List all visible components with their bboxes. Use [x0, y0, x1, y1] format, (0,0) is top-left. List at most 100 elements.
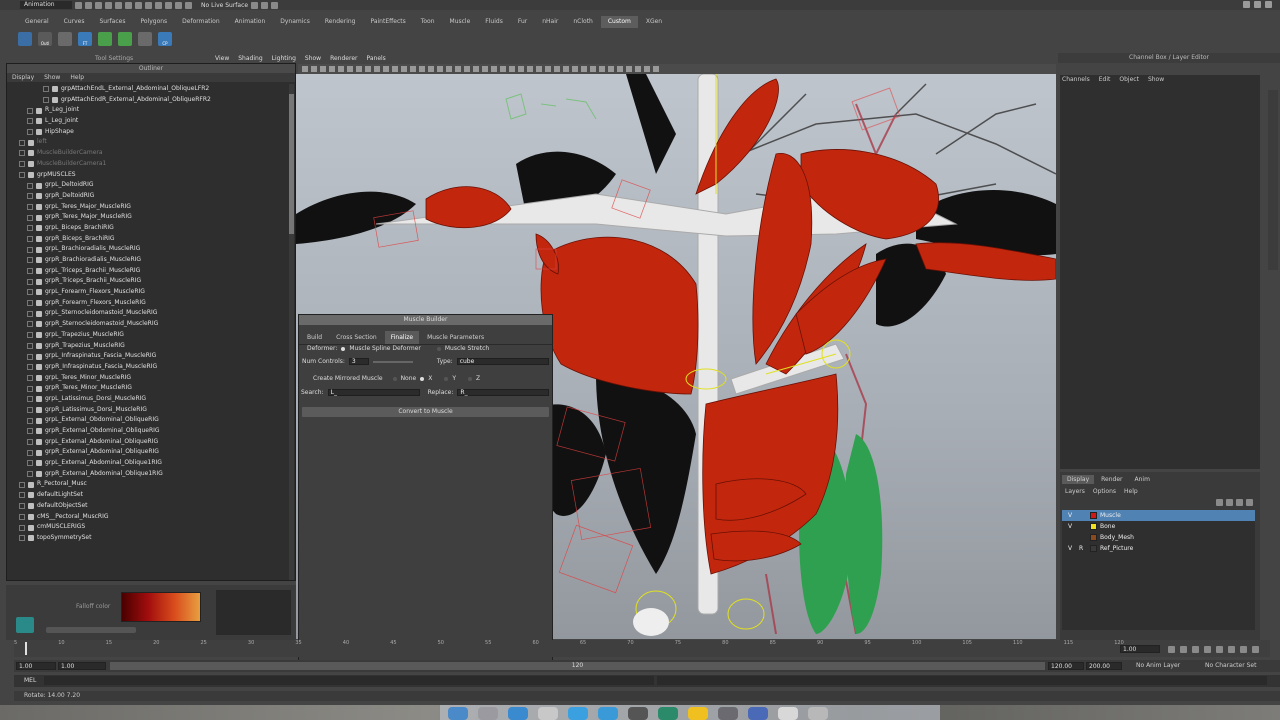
expand-toggle-icon[interactable]: [19, 150, 25, 157]
outliner-item[interactable]: grpR_External_Obdominal_ObliqueRIG: [7, 426, 289, 437]
messages-icon[interactable]: [568, 707, 588, 720]
viewport-tool-icon[interactable]: [581, 66, 587, 72]
viewport-menu-item[interactable]: Shading: [238, 55, 262, 62]
visibility-toggle[interactable]: V: [1068, 543, 1076, 554]
outliner-item[interactable]: MuscleBuilderCamera1: [7, 159, 289, 170]
outliner-item[interactable]: cMS__Pectoral_MuscRIG: [7, 512, 289, 523]
layer-row[interactable]: V Muscle: [1062, 510, 1255, 521]
quicktime-icon[interactable]: [628, 707, 648, 720]
playback-end-field[interactable]: 120.00: [1048, 662, 1084, 670]
expand-toggle-icon[interactable]: [27, 268, 33, 275]
outliner-item[interactable]: topoSymmetrySet: [7, 533, 289, 544]
step-forward-icon[interactable]: [1228, 646, 1235, 653]
expand-toggle-icon[interactable]: [27, 257, 33, 264]
mel-label[interactable]: MEL: [24, 677, 36, 684]
outliner-item[interactable]: grpR_External_Abdominal_ObliqueRIG: [7, 447, 289, 458]
expand-toggle-icon[interactable]: [19, 171, 25, 178]
viewport-menu-item[interactable]: Renderer: [330, 55, 357, 62]
outliner-item[interactable]: grpR_Teres_Minor_MuscleRIG: [7, 383, 289, 394]
shelf-tab[interactable]: Muscle: [443, 16, 478, 28]
viewport-tool-icon[interactable]: [419, 66, 425, 72]
deformer-spline-radio[interactable]: [341, 346, 346, 351]
snap-grid-icon[interactable]: [155, 1, 162, 9]
mirror-x-radio[interactable]: [420, 376, 425, 381]
expand-toggle-icon[interactable]: [27, 417, 33, 424]
anim-layer-dropdown[interactable]: No Anim Layer: [1136, 662, 1180, 669]
shelf-button-icon[interactable]: [138, 32, 152, 46]
viewport-tool-icon[interactable]: [554, 66, 560, 72]
expand-toggle-icon[interactable]: [27, 374, 33, 381]
launchpad-icon[interactable]: [478, 707, 498, 720]
outliner-item[interactable]: grpMUSCLES: [7, 170, 289, 181]
muscle-builder-tab[interactable]: Cross Section: [330, 331, 383, 344]
outliner-item[interactable]: R_Leg_joint: [7, 105, 289, 116]
finder-icon[interactable]: [448, 707, 468, 720]
outliner-item[interactable]: defaultLightSet: [7, 490, 289, 501]
viewport-menu-item[interactable]: Show: [305, 55, 321, 62]
go-to-start-icon[interactable]: [1168, 646, 1175, 653]
playback-toggle[interactable]: R: [1079, 543, 1087, 554]
viewport-tool-icon[interactable]: [383, 66, 389, 72]
layer-editor-tab[interactable]: Render: [1096, 475, 1127, 484]
muscle-tool-icon[interactable]: [16, 617, 34, 633]
shelf-button-icon[interactable]: FT: [78, 32, 92, 46]
outliner-item[interactable]: grpL_Biceps_BrachiRIG: [7, 223, 289, 234]
shelf-tab[interactable]: Toon: [414, 16, 442, 28]
move-layer-down-icon[interactable]: [1226, 499, 1233, 506]
num-controls-slider[interactable]: [372, 360, 413, 363]
outliner-item[interactable]: grpR_Latissimus_Dorsi_MuscleRIG: [7, 405, 289, 416]
viewport-menu-item[interactable]: Lighting: [272, 55, 296, 62]
viewport-tool-icon[interactable]: [329, 66, 335, 72]
maya-icon[interactable]: [658, 707, 678, 720]
num-controls-field[interactable]: 3: [348, 358, 369, 365]
animation-end-field[interactable]: 200.00: [1086, 662, 1122, 670]
snap-point-icon[interactable]: [175, 1, 182, 9]
muscle-builder-tab[interactable]: Build: [301, 331, 328, 344]
trash-icon[interactable]: [808, 707, 828, 720]
outliner-item[interactable]: grpAttachEndR_External_Abdominal_Oblique…: [7, 95, 289, 106]
outliner-item[interactable]: grpR_Sternocleidomastoid_MuscleRIG: [7, 319, 289, 330]
visibility-toggle[interactable]: V: [1068, 521, 1076, 532]
redo-icon[interactable]: [115, 1, 122, 9]
expand-toggle-icon[interactable]: [27, 321, 33, 328]
expand-toggle-icon[interactable]: [27, 310, 33, 317]
outliner-item[interactable]: grpL_Trapezius_MuscleRIG: [7, 330, 289, 341]
muscle-builder-tab[interactable]: Muscle Parameters: [421, 331, 490, 344]
expand-toggle-icon[interactable]: [27, 278, 33, 285]
expand-toggle-icon[interactable]: [27, 246, 33, 253]
viewport-tool-icon[interactable]: [635, 66, 641, 72]
shelf-tab[interactable]: Deformation: [175, 16, 226, 28]
snap-surface-icon[interactable]: [185, 1, 192, 9]
render-icon[interactable]: [251, 1, 259, 9]
viewport-tool-icon[interactable]: [455, 66, 461, 72]
new-layer-selected-icon[interactable]: [1246, 499, 1253, 506]
shelf-tab[interactable]: General: [18, 16, 56, 28]
expand-toggle-icon[interactable]: [19, 524, 25, 531]
viewport-tool-icon[interactable]: [536, 66, 542, 72]
layer-row[interactable]: Body_Mesh: [1062, 532, 1255, 543]
playback-start-field[interactable]: 1.00: [58, 662, 106, 670]
expand-toggle-icon[interactable]: [19, 161, 25, 168]
outliner-item[interactable]: grpL_Teres_Major_MuscleRIG: [7, 202, 289, 213]
viewport-tool-icon[interactable]: [356, 66, 362, 72]
outliner-item[interactable]: MuscleBuilderCamera: [7, 148, 289, 159]
expand-toggle-icon[interactable]: [27, 439, 33, 446]
viewport-tool-icon[interactable]: [320, 66, 326, 72]
falloff-color-ramp[interactable]: [121, 592, 201, 622]
channel-box-menu-item[interactable]: Show: [1148, 76, 1164, 83]
step-back-icon[interactable]: [1192, 646, 1199, 653]
shelf-tab[interactable]: XGen: [639, 16, 669, 28]
snap-curve-icon[interactable]: [165, 1, 172, 9]
convert-to-muscle-button[interactable]: Convert to Muscle: [302, 407, 549, 417]
outliner-item[interactable]: L_Leg_joint: [7, 116, 289, 127]
viewport-tool-icon[interactable]: [428, 66, 434, 72]
outliner-item[interactable]: grpL_Forearm_Flexors_MuscleRIG: [7, 287, 289, 298]
outliner-item[interactable]: grpL_External_Abdominal_ObliqueRIG: [7, 437, 289, 448]
outliner-item[interactable]: grpL_Triceps_Brachii_MuscleRIG: [7, 266, 289, 277]
shelf-button-icon[interactable]: [58, 32, 72, 46]
command-input[interactable]: [44, 676, 654, 685]
expand-toggle-icon[interactable]: [43, 86, 49, 93]
outliner-item[interactable]: left: [7, 137, 289, 148]
outliner-item[interactable]: grpR_Biceps_BrachiRIG: [7, 234, 289, 245]
outliner-item[interactable]: grpAttachEndL_External_Abdominal_Oblique…: [7, 84, 289, 95]
